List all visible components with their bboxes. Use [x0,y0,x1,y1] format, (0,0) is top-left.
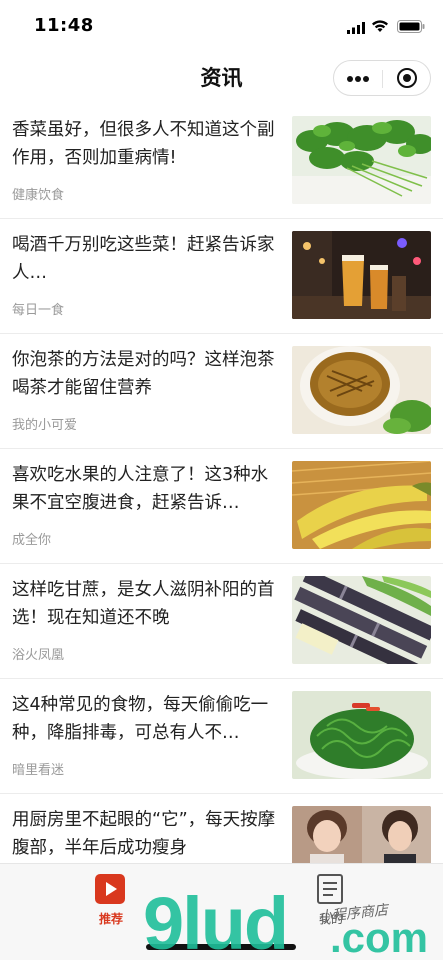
news-item[interactable]: 你泡茶的方法是对的吗？这样泡茶喝茶才能留住营养 我的小可爱 [0,334,443,449]
signal-icon [347,22,365,34]
news-source: 浴火凤凰 [12,648,65,663]
status-time: 11:48 [34,15,94,36]
nav-header: 资讯 [0,54,443,102]
play-icon [95,874,125,904]
more-icon-dot [355,76,361,82]
status-bar: 11:48 [0,0,443,54]
news-item[interactable]: 喝酒千万别吃这些菜！赶紧告诉家人… 每日一食 [0,219,443,334]
news-list: 香菜虽好，但很多人不知道这个副作用，否则加重病情! 健康饮食 喝酒千万别吃这些菜… [0,104,443,909]
battery-icon [397,20,425,33]
news-title: 香菜虽好，但很多人不知道这个副作用，否则加重病情! [12,120,275,168]
tea-cup-image [292,346,431,434]
close-icon-dot [403,74,411,82]
news-title: 喜欢吃水果的人注意了！这3种水果不宜空腹进食，赶紧告诉… [12,465,269,513]
tab-recommend-label: 推荐 [98,912,123,926]
news-title: 这样吃甘蔗，是女人滋阴补阳的首选！现在知道还不晚 [12,580,275,628]
news-item[interactable]: 香菜虽好，但很多人不知道这个副作用，否则加重病情! 健康饮食 [0,104,443,219]
news-title: 你泡茶的方法是对的吗？这样泡茶喝茶才能留住营养 [12,350,275,398]
more-icon-dot [363,76,369,82]
seaweed-salad-image [292,691,431,779]
news-item[interactable]: 喜欢吃水果的人注意了！这3种水果不宜空腹进食，赶紧告诉… 成全你 [0,449,443,564]
news-source: 暗里看迷 [12,763,65,778]
close-button[interactable] [383,61,431,95]
wifi-icon [372,20,388,32]
news-item[interactable]: 这样吃甘蔗，是女人滋阴补阳的首选！现在知道还不晚 浴火凤凰 [0,564,443,679]
tab-recommend[interactable]: 推荐 [80,870,142,930]
news-title: 用厨房里不起眼的“它”，每天按摩腹部，半年后成功瘦身 [12,810,276,858]
news-item[interactable]: 这4种常见的食物，每天偷偷吃一种，降脂排毒，可总有人不… 暗里看迷 [0,679,443,794]
document-icon [317,874,343,904]
news-title: 喝酒千万别吃这些菜！赶紧告诉家人… [12,235,275,283]
news-source: 成全你 [12,533,52,548]
news-title: 这4种常见的食物，每天偷偷吃一种，降脂排毒，可总有人不… [12,695,269,743]
news-source: 每日一食 [12,303,65,318]
watermark-logo: 9lud [143,882,289,965]
news-source: 我的小可爱 [12,418,78,433]
bananas-image [292,461,431,549]
beer-bar-image [292,231,431,319]
news-source: 健康饮食 [12,188,65,203]
more-button[interactable] [334,61,382,95]
sugarcane-image [292,576,431,664]
mini-program-capsule [333,60,431,96]
cilantro-image [292,116,431,204]
more-icon [347,76,353,82]
